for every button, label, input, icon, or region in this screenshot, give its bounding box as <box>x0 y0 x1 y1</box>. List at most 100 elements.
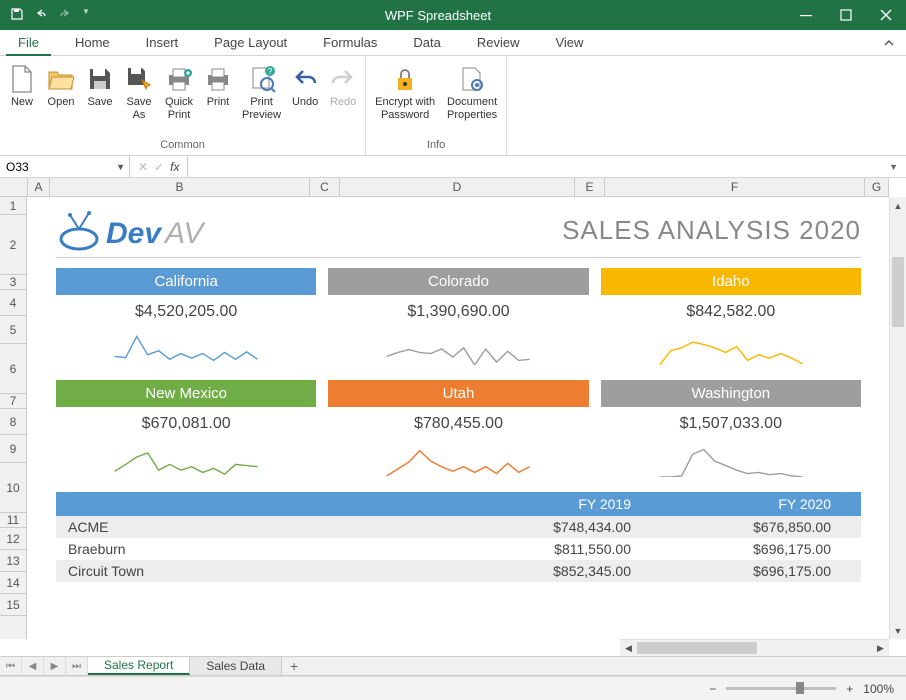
close-button[interactable] <box>866 0 906 30</box>
col-header-c[interactable]: C <box>310 178 340 196</box>
row-headers: 123456789101112131415 <box>0 197 27 639</box>
namebox-dropdown-icon[interactable]: ▼ <box>116 162 125 172</box>
row-header-15[interactable]: 15 <box>0 594 26 616</box>
ribbon-group-info-label: Info <box>370 137 502 155</box>
qat-undo-icon[interactable] <box>34 7 48 24</box>
redo-button[interactable]: Redo <box>325 58 361 137</box>
card-utah: Utah$780,455.00 <box>328 380 588 482</box>
card-header: Colorado <box>328 268 588 295</box>
print-button[interactable]: Print <box>200 58 236 137</box>
row-header-13[interactable]: 13 <box>0 550 26 572</box>
save-as-button[interactable]: Save As <box>120 58 158 137</box>
row-header-10[interactable]: 10 <box>0 463 26 513</box>
table-row[interactable]: Braeburn$811,550.00$696,175.00 <box>56 538 861 560</box>
select-all-corner[interactable] <box>0 178 28 197</box>
print-preview-button[interactable]: ?Print Preview <box>238 58 285 137</box>
sheet-nav-next-icon[interactable]: ▶ <box>44 657 66 675</box>
col-header-a[interactable]: A <box>28 178 50 196</box>
sheet-nav-last-icon[interactable]: ⏭ <box>66 657 88 675</box>
formula-bar-input[interactable] <box>192 160 885 174</box>
sheet-nav-prev-icon[interactable]: ◀ <box>22 657 44 675</box>
tab-home[interactable]: Home <box>57 30 128 55</box>
row-header-4[interactable]: 4 <box>0 290 26 316</box>
print-preview-icon: ? <box>247 62 277 96</box>
formula-bar-expand-icon[interactable]: ▼ <box>885 162 902 172</box>
col-header-g[interactable]: G <box>865 178 889 196</box>
save-button[interactable]: Save <box>82 58 118 137</box>
scroll-left-icon[interactable]: ◀ <box>620 640 637 656</box>
card-new-mexico: New Mexico$670,081.00 <box>56 380 316 482</box>
table-row[interactable]: Circuit Town$852,345.00$696,175.00 <box>56 560 861 582</box>
card-header: Idaho <box>601 268 861 295</box>
row-header-9[interactable]: 9 <box>0 435 26 463</box>
row-header-11[interactable]: 11 <box>0 513 26 528</box>
undo-icon <box>291 62 319 96</box>
tab-page-layout[interactable]: Page Layout <box>196 30 305 55</box>
formula-cancel-icon[interactable]: ✕ <box>138 160 148 174</box>
minimize-button[interactable] <box>786 0 826 30</box>
encrypt-button[interactable]: Encrypt with Password <box>370 58 440 137</box>
tab-review[interactable]: Review <box>459 30 538 55</box>
tab-file[interactable]: File <box>0 30 57 55</box>
tab-formulas[interactable]: Formulas <box>305 30 395 55</box>
qat-save-icon[interactable] <box>10 7 24 24</box>
redo-icon <box>329 62 357 96</box>
horizontal-scrollbar[interactable]: ◀ ▶ <box>620 639 889 656</box>
ribbon-tabs: File Home Insert Page Layout Formulas Da… <box>0 30 906 56</box>
new-file-icon <box>9 62 35 96</box>
fx-icon[interactable]: fx <box>170 160 179 174</box>
ribbon: New Open Save Save As Quick Print Print … <box>0 56 906 156</box>
fy2019-value: $748,434.00 <box>449 519 649 535</box>
undo-button[interactable]: Undo <box>287 58 323 137</box>
tab-view[interactable]: View <box>537 30 601 55</box>
qat-redo-icon[interactable] <box>58 7 72 24</box>
row-header-7[interactable]: 7 <box>0 394 26 409</box>
card-value: $780,455.00 <box>328 407 588 437</box>
sheet-tab-sales-data[interactable]: Sales Data <box>190 657 282 675</box>
name-box[interactable] <box>4 160 82 174</box>
card-idaho: Idaho$842,582.00 <box>601 268 861 370</box>
zoom-slider[interactable] <box>726 687 836 690</box>
row-header-12[interactable]: 12 <box>0 528 26 550</box>
quick-print-icon <box>164 62 194 96</box>
fy2020-value: $676,850.00 <box>649 519 849 535</box>
row-header-6[interactable]: 6 <box>0 344 26 394</box>
row-header-14[interactable]: 14 <box>0 572 26 594</box>
vscroll-thumb[interactable] <box>892 257 904 327</box>
ribbon-collapse-icon[interactable] <box>872 30 906 55</box>
row-header-3[interactable]: 3 <box>0 275 26 290</box>
col-header-d[interactable]: D <box>340 178 575 196</box>
maximize-button[interactable] <box>826 0 866 30</box>
formula-accept-icon[interactable]: ✓ <box>154 160 164 174</box>
card-washington: Washington$1,507,033.00 <box>601 380 861 482</box>
sparkline <box>328 437 588 477</box>
quick-print-button[interactable]: Quick Print <box>160 58 198 137</box>
devav-logo: DevAV <box>56 209 203 251</box>
col-header-e[interactable]: E <box>575 178 605 196</box>
add-sheet-button[interactable]: + <box>282 657 306 675</box>
print-icon <box>204 62 232 96</box>
row-header-2[interactable]: 2 <box>0 215 26 275</box>
scroll-up-icon[interactable]: ▲ <box>890 197 906 214</box>
tab-insert[interactable]: Insert <box>128 30 197 55</box>
row-header-5[interactable]: 5 <box>0 316 26 344</box>
sheet-tab-sales-report[interactable]: Sales Report <box>88 657 190 675</box>
sheet-nav-first-icon[interactable]: ⏮ <box>0 657 22 675</box>
card-value: $1,390,690.00 <box>328 295 588 325</box>
fy2020-value: $696,175.00 <box>649 541 849 557</box>
open-button[interactable]: Open <box>42 58 80 137</box>
scroll-right-icon[interactable]: ▶ <box>872 640 889 656</box>
row-header-8[interactable]: 8 <box>0 409 26 435</box>
table-row[interactable]: ACME$748,434.00$676,850.00 <box>56 516 861 538</box>
row-header-1[interactable]: 1 <box>0 197 26 215</box>
grid-body[interactable]: DevAV SALES ANALYSIS 2020 California$4,5… <box>28 197 889 639</box>
document-properties-button[interactable]: Document Properties <box>442 58 502 137</box>
col-header-f[interactable]: F <box>605 178 865 196</box>
vertical-scrollbar[interactable]: ▲ ▼ <box>889 197 906 639</box>
scroll-down-icon[interactable]: ▼ <box>890 622 906 639</box>
qat-dropdown-icon[interactable]: ▼ <box>82 7 90 24</box>
col-header-b[interactable]: B <box>50 178 310 196</box>
hscroll-thumb[interactable] <box>637 642 757 654</box>
tab-data[interactable]: Data <box>395 30 458 55</box>
new-button[interactable]: New <box>4 58 40 137</box>
